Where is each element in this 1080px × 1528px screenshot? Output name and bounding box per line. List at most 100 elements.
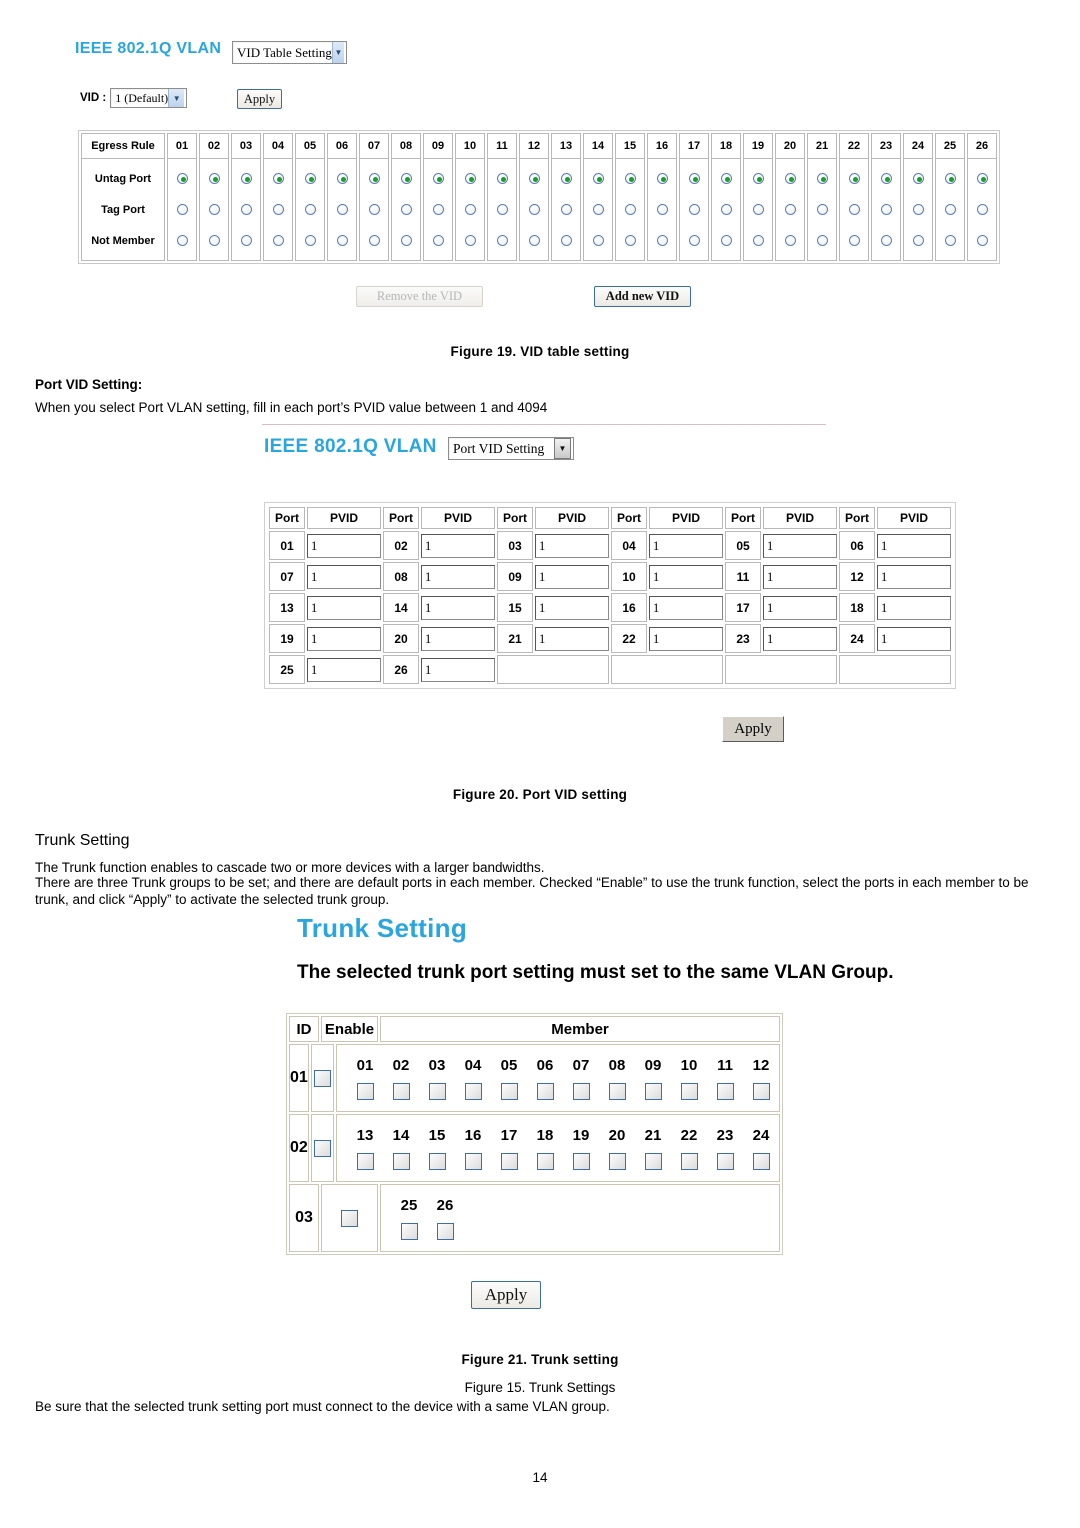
egress-radio-tag-port-port-05[interactable] bbox=[304, 204, 316, 215]
egress-radio-untag-port-port-17[interactable] bbox=[688, 173, 700, 184]
egress-radio-not-member-port-09[interactable] bbox=[432, 235, 444, 246]
egress-radio-tag-port-port-04[interactable] bbox=[272, 204, 284, 215]
egress-radio-untag-port-port-18[interactable] bbox=[720, 173, 732, 184]
egress-radio-not-member-port-11[interactable] bbox=[496, 235, 508, 246]
egress-radio-untag-port-port-26[interactable] bbox=[976, 173, 988, 184]
egress-radio-not-member-port-08[interactable] bbox=[400, 235, 412, 246]
egress-radio-untag-port-port-14[interactable] bbox=[592, 173, 604, 184]
trunk-member-checkbox-22[interactable] bbox=[680, 1152, 698, 1170]
pvid-input-port-22[interactable]: 1 bbox=[649, 626, 723, 651]
pvid-input-port-14[interactable]: 1 bbox=[421, 595, 495, 620]
egress-radio-tag-port-port-21[interactable] bbox=[816, 204, 828, 215]
egress-radio-not-member-port-20[interactable] bbox=[784, 235, 796, 246]
trunk-member-checkbox-25[interactable] bbox=[400, 1222, 418, 1240]
egress-radio-untag-port-port-21[interactable] bbox=[816, 173, 828, 184]
trunk-member-checkbox-26[interactable] bbox=[436, 1222, 454, 1240]
trunk-member-checkbox-20[interactable] bbox=[608, 1152, 626, 1170]
trunk-member-checkbox-08[interactable] bbox=[608, 1082, 626, 1100]
egress-radio-not-member-port-06[interactable] bbox=[336, 235, 348, 246]
egress-radio-untag-port-port-04[interactable] bbox=[272, 173, 284, 184]
egress-radio-tag-port-port-26[interactable] bbox=[976, 204, 988, 215]
egress-radio-not-member-port-03[interactable] bbox=[240, 235, 252, 246]
trunk-member-checkbox-15[interactable] bbox=[428, 1152, 446, 1170]
egress-radio-tag-port-port-14[interactable] bbox=[592, 204, 604, 215]
trunk-enable-checkbox-02[interactable] bbox=[313, 1139, 331, 1157]
pvid-input-port-13[interactable]: 1 bbox=[307, 595, 381, 620]
egress-radio-not-member-port-17[interactable] bbox=[688, 235, 700, 246]
trunk-member-checkbox-03[interactable] bbox=[428, 1082, 446, 1100]
trunk-member-checkbox-05[interactable] bbox=[500, 1082, 518, 1100]
egress-radio-not-member-port-18[interactable] bbox=[720, 235, 732, 246]
egress-radio-not-member-port-05[interactable] bbox=[304, 235, 316, 246]
pvid-input-port-15[interactable]: 1 bbox=[535, 595, 609, 620]
egress-radio-tag-port-port-03[interactable] bbox=[240, 204, 252, 215]
pvid-input-port-02[interactable]: 1 bbox=[421, 533, 495, 558]
egress-radio-not-member-port-12[interactable] bbox=[528, 235, 540, 246]
egress-radio-not-member-port-25[interactable] bbox=[944, 235, 956, 246]
egress-radio-not-member-port-26[interactable] bbox=[976, 235, 988, 246]
egress-radio-tag-port-port-12[interactable] bbox=[528, 204, 540, 215]
egress-radio-not-member-port-16[interactable] bbox=[656, 235, 668, 246]
vid-select[interactable]: 1 (Default) ▼ bbox=[110, 88, 188, 108]
egress-radio-not-member-port-14[interactable] bbox=[592, 235, 604, 246]
pvid-input-port-25[interactable]: 1 bbox=[307, 657, 381, 682]
egress-radio-not-member-port-19[interactable] bbox=[752, 235, 764, 246]
egress-radio-tag-port-port-25[interactable] bbox=[944, 204, 956, 215]
egress-radio-not-member-port-01[interactable] bbox=[176, 235, 188, 246]
pvid-input-port-17[interactable]: 1 bbox=[763, 595, 837, 620]
trunk-member-checkbox-02[interactable] bbox=[392, 1082, 410, 1100]
egress-radio-tag-port-port-01[interactable] bbox=[176, 204, 188, 215]
pvid-input-port-03[interactable]: 1 bbox=[535, 533, 609, 558]
egress-radio-tag-port-port-02[interactable] bbox=[208, 204, 220, 215]
egress-radio-tag-port-port-09[interactable] bbox=[432, 204, 444, 215]
trunk-member-checkbox-14[interactable] bbox=[392, 1152, 410, 1170]
pvid-input-port-04[interactable]: 1 bbox=[649, 533, 723, 558]
trunk-member-checkbox-09[interactable] bbox=[644, 1082, 662, 1100]
remove-vid-button[interactable]: Remove the VID bbox=[356, 286, 483, 307]
egress-radio-tag-port-port-13[interactable] bbox=[560, 204, 572, 215]
trunk-member-checkbox-21[interactable] bbox=[644, 1152, 662, 1170]
egress-radio-untag-port-port-25[interactable] bbox=[944, 173, 956, 184]
egress-radio-not-member-port-07[interactable] bbox=[368, 235, 380, 246]
egress-radio-untag-port-port-12[interactable] bbox=[528, 173, 540, 184]
egress-radio-tag-port-port-16[interactable] bbox=[656, 204, 668, 215]
trunk-member-checkbox-04[interactable] bbox=[464, 1082, 482, 1100]
egress-radio-tag-port-port-07[interactable] bbox=[368, 204, 380, 215]
egress-radio-untag-port-port-07[interactable] bbox=[368, 173, 380, 184]
pvid-input-port-10[interactable]: 1 bbox=[649, 564, 723, 589]
trunk-member-checkbox-24[interactable] bbox=[752, 1152, 770, 1170]
egress-radio-not-member-port-02[interactable] bbox=[208, 235, 220, 246]
pvid-input-port-07[interactable]: 1 bbox=[307, 564, 381, 589]
trunk-enable-checkbox-01[interactable] bbox=[313, 1069, 331, 1087]
pvid-input-port-08[interactable]: 1 bbox=[421, 564, 495, 589]
pvid-input-port-19[interactable]: 1 bbox=[307, 626, 381, 651]
egress-radio-not-member-port-24[interactable] bbox=[912, 235, 924, 246]
egress-radio-untag-port-port-22[interactable] bbox=[848, 173, 860, 184]
egress-radio-untag-port-port-11[interactable] bbox=[496, 173, 508, 184]
egress-radio-untag-port-port-05[interactable] bbox=[304, 173, 316, 184]
egress-radio-untag-port-port-10[interactable] bbox=[464, 173, 476, 184]
egress-radio-tag-port-port-08[interactable] bbox=[400, 204, 412, 215]
egress-radio-untag-port-port-24[interactable] bbox=[912, 173, 924, 184]
egress-radio-tag-port-port-22[interactable] bbox=[848, 204, 860, 215]
add-new-vid-button[interactable]: Add new VID bbox=[594, 286, 691, 307]
egress-radio-tag-port-port-06[interactable] bbox=[336, 204, 348, 215]
trunk-member-checkbox-16[interactable] bbox=[464, 1152, 482, 1170]
egress-radio-untag-port-port-02[interactable] bbox=[208, 173, 220, 184]
egress-radio-not-member-port-10[interactable] bbox=[464, 235, 476, 246]
trunk-member-checkbox-06[interactable] bbox=[536, 1082, 554, 1100]
egress-radio-tag-port-port-19[interactable] bbox=[752, 204, 764, 215]
port-vid-mode-select[interactable]: Port VID Setting ▼ bbox=[448, 437, 574, 460]
egress-radio-tag-port-port-10[interactable] bbox=[464, 204, 476, 215]
pvid-input-port-06[interactable]: 1 bbox=[877, 533, 951, 558]
trunk-member-checkbox-07[interactable] bbox=[572, 1082, 590, 1100]
egress-radio-untag-port-port-03[interactable] bbox=[240, 173, 252, 184]
egress-radio-tag-port-port-20[interactable] bbox=[784, 204, 796, 215]
trunk-apply-button[interactable]: Apply bbox=[471, 1281, 541, 1309]
pvid-input-port-16[interactable]: 1 bbox=[649, 595, 723, 620]
egress-radio-tag-port-port-17[interactable] bbox=[688, 204, 700, 215]
trunk-member-checkbox-10[interactable] bbox=[680, 1082, 698, 1100]
egress-radio-untag-port-port-09[interactable] bbox=[432, 173, 444, 184]
trunk-member-checkbox-17[interactable] bbox=[500, 1152, 518, 1170]
trunk-enable-checkbox-03[interactable] bbox=[341, 1209, 358, 1227]
